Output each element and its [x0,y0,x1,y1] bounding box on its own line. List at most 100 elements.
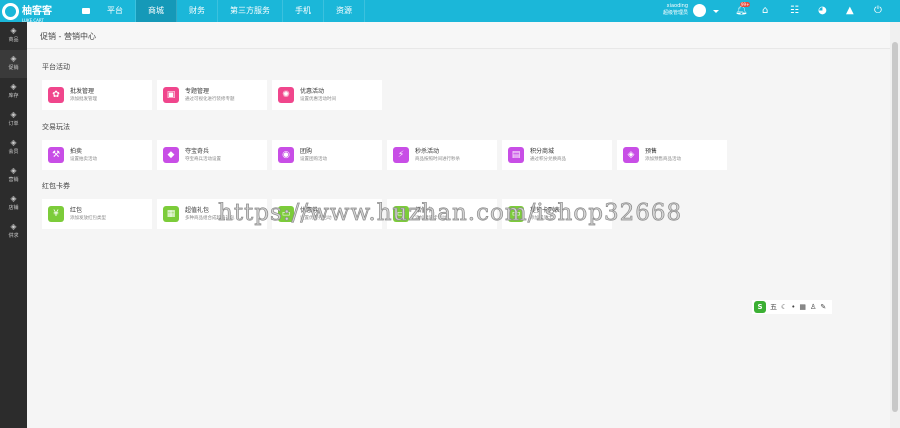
section-title: 红包卡券 [42,182,70,190]
card-desc: 添加批发管理 [70,96,97,102]
watermark: https://www.huzhan.com/ishop32668 [218,200,683,227]
avatar[interactable] [693,4,706,17]
feature-card[interactable]: ◉ 团购 设置团购活动 [272,140,382,170]
card-desc: 设置团购活动 [300,156,327,162]
feature-icon: ✿ [48,87,64,103]
sidebar-item[interactable]: ◈ 营销 [0,162,27,190]
card-title: 批发管理 [70,87,95,95]
card-title: 团购 [300,147,313,155]
sidebar-item[interactable]: ◈ 会员 [0,134,27,162]
card-title: 专题管理 [185,87,210,95]
card-title: 预售 [645,147,658,155]
top-bar: 柚客客 LUKE.CART 平台 商城 财务 第三方服务 手机 资源 xiaoding 超级管… [0,0,900,23]
feature-icon: ⚡ [393,147,409,163]
store-icon: ◈ [10,194,17,203]
member-icon: ◈ [10,138,17,147]
moon-icon[interactable]: ☾ [781,303,787,311]
user-info[interactable]: xiaoding 超级管理员 [660,3,688,17]
feature-card[interactable]: ¥ 红包 添加发放红包类型 [42,199,152,229]
brand-name: 柚客客 [22,6,52,17]
sitemap-icon[interactable]: ☷ [790,5,799,17]
order-icon: ◈ [10,110,17,119]
sidebar: ◈ 商品 ◈ 促销 ◈ 库存 ◈ 订单 ◈ 会员 ◈ 营销 ◈ 店铺 ◈ 供求 [0,22,27,428]
sidebar-item-label: 供求 [8,233,19,239]
feature-icon: ⚒ [48,147,64,163]
sidebar-item-label: 库存 [8,93,19,99]
feature-card[interactable]: ⚡ 秒杀活动 商品按照时间进行秒杀 [387,140,497,170]
nav-tab[interactable]: 资源 [324,0,365,22]
feature-icon: ◉ [278,147,294,163]
section-title: 平台活动 [42,63,70,71]
page-header: 促销 - 营销中心 [27,22,890,49]
user-role: 超级管理员 [662,10,688,16]
feature-card[interactable]: ✿ 批发管理 添加批发管理 [42,80,152,110]
clear-cache-icon[interactable]: ▲ [846,5,854,17]
feature-icon: ◈ [623,147,639,163]
card-desc: 添加预售商品活动 [645,156,681,162]
sidebar-item[interactable]: ◈ 库存 [0,78,27,106]
keyboard-icon[interactable]: ▦ [799,303,806,311]
feature-card[interactable]: ▣ 专题管理 通过可视化进行装修专题 [157,80,267,110]
star-icon: ◈ [10,166,17,175]
feature-card[interactable]: ✺ 优惠活动 设置优惠活动时间 [272,80,382,110]
promo-icon: ◈ [10,54,17,63]
feature-card[interactable]: ◈ 预售 添加预售商品活动 [617,140,727,170]
card-row: ⚒ 拍卖 设置拍卖活动 ◆ 夺宝奇兵 夺宝奇兵活动设置 ◉ 团购 设置团购活动 ⚡ 秒杀活动 商品按照… [42,140,727,170]
feature-card[interactable]: ▤ 积分商城 通过积分兑换商品 [502,140,612,170]
ime-toolbar[interactable]: S 五 ☾ • ▦ ♙ ✎ [752,300,832,314]
card-desc: 设置拍卖活动 [70,156,97,162]
notification-badge: 99+ [740,2,751,7]
feature-icon: ✺ [278,87,294,103]
palette-icon[interactable]: ◕ [818,5,827,17]
feature-icon: ▤ [508,147,524,163]
sidebar-item[interactable]: ◈ 供求 [0,218,27,246]
wrench-icon[interactable]: ✎ [820,303,826,311]
card-title: 夺宝奇兵 [185,147,210,155]
power-icon[interactable]: ⏻ [874,5,882,17]
card-desc: 商品按照时间进行秒杀 [415,156,460,162]
feature-icon: ▦ [163,206,179,222]
user-icon[interactable]: ♙ [810,303,816,311]
supply-icon: ◈ [10,222,17,231]
sidebar-item-label: 营销 [8,177,19,183]
sidebar-item[interactable]: ◈ 商品 [0,22,27,50]
feature-icon: ◆ [163,147,179,163]
nav-tab[interactable]: 平台 [95,0,136,22]
logo[interactable]: 柚客客 LUKE.CART [2,1,82,23]
card-title: 红包 [70,206,83,214]
card-desc: 设置优惠活动时间 [300,96,336,102]
chevron-down-icon[interactable] [713,10,719,16]
feature-card[interactable]: ◆ 夺宝奇兵 夺宝奇兵活动设置 [157,140,267,170]
menu-toggle-icon[interactable] [82,8,90,14]
card-title: 优惠活动 [300,87,325,95]
nav-tab[interactable]: 第三方服务 [218,0,283,22]
sidebar-item-label: 促销 [8,65,19,71]
sidebar-item[interactable]: ◈ 店铺 [0,190,27,218]
scrollbar-thumb[interactable] [892,42,898,412]
bag-icon: ◈ [10,26,17,35]
nav-tab[interactable]: 财务 [177,0,218,22]
top-nav: 平台 商城 财务 第三方服务 手机 资源 [95,0,365,22]
card-title: 拍卖 [70,147,83,155]
feature-card[interactable]: ⚒ 拍卖 设置拍卖活动 [42,140,152,170]
card-desc: 夺宝奇兵活动设置 [185,156,221,162]
punct-icon[interactable]: • [791,303,795,311]
ime-mode[interactable]: 五 [770,302,777,312]
card-desc: 添加发放红包类型 [70,215,106,221]
tag-icon: ◈ [10,82,17,91]
sogou-icon[interactable]: S [754,301,766,313]
sidebar-item[interactable]: ◈ 促销 [0,50,27,78]
nav-tab[interactable]: 手机 [283,0,324,22]
card-desc: 通过可视化进行装修专题 [185,96,235,102]
sidebar-item-label: 店铺 [8,205,19,211]
user-name: xiaoding [666,3,688,9]
breadcrumb: 促销 - 营销中心 [40,32,96,41]
feature-icon: ▣ [163,87,179,103]
card-title: 积分商城 [530,147,555,155]
home-icon[interactable]: ⌂ [762,5,768,17]
sidebar-item[interactable]: ◈ 订单 [0,106,27,134]
nav-tab[interactable]: 商城 [136,0,177,22]
card-row: ✿ 批发管理 添加批发管理 ▣ 专题管理 通过可视化进行装修专题 ✺ 优惠活动 设置优惠活动时间 [42,80,382,110]
section-title: 交易玩法 [42,123,70,131]
card-desc: 通过积分兑换商品 [530,156,566,162]
